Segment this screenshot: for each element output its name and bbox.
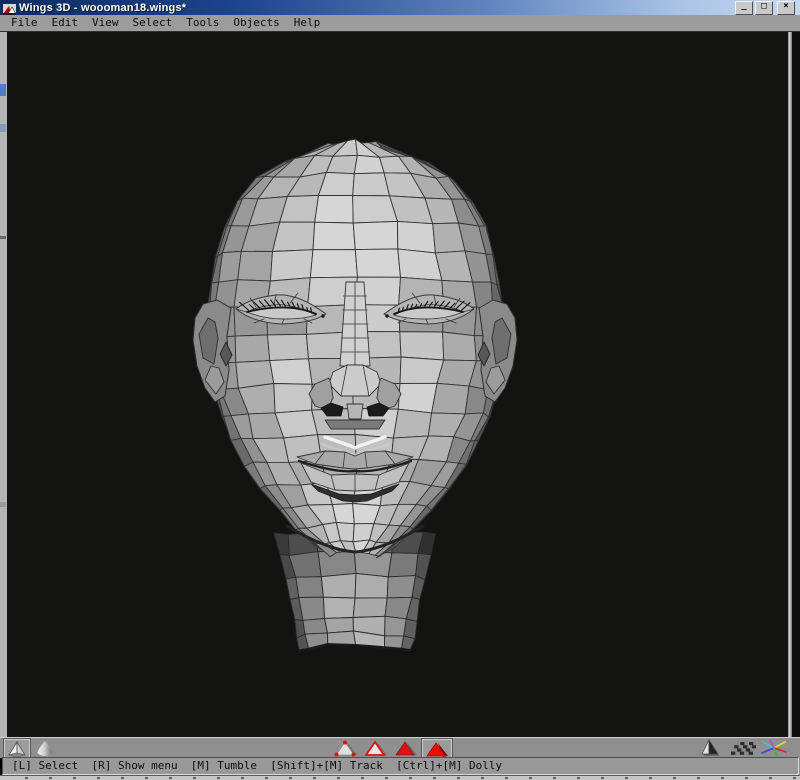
menu-view[interactable]: View [85,15,126,31]
ground-grid-icon [731,742,756,755]
ground-plane-toggle-button[interactable] [727,739,757,757]
edge-mode-icon [364,739,387,756]
body-mode-icon [426,741,448,757]
desktop-edge [792,32,800,737]
menu-edit[interactable]: Edit [45,15,86,31]
flat-cone-icon [8,741,26,757]
menu-select[interactable]: Select [126,15,180,31]
minimize-button[interactable]: _ [735,0,753,15]
axes-toggle-button[interactable] [758,739,790,757]
maximize-button[interactable]: □ [755,0,773,15]
face-mode-button[interactable] [394,739,418,757]
wings3d-logo-icon [3,2,17,15]
menu-help[interactable]: Help [287,15,328,31]
body-mode-button[interactable] [422,739,452,759]
taskbar-sliver [0,775,800,780]
vertex-mode-button[interactable] [334,739,358,757]
flat-preview-button[interactable] [4,739,30,759]
axes-icon [761,739,787,757]
smooth-cone-icon [37,741,53,756]
window-title: Wings 3D - woooman18.wings* [19,1,187,14]
viewport[interactable] [7,32,788,737]
smooth-preview-button[interactable] [33,739,57,757]
menu-bar: File Edit View Select Tools Objects Help [0,15,800,32]
close-button[interactable]: × [777,0,795,15]
title-bar: Wings 3D - woooman18.wings* _ □ × [0,0,800,15]
status-bar: [L] Select [R] Show menu [M] Tumble [Shi… [2,757,799,775]
menu-objects[interactable]: Objects [226,15,286,31]
head-model [7,32,788,737]
edge-mode-button[interactable] [364,739,388,757]
toolbar [0,737,800,759]
pyramid-icon [701,739,720,756]
menu-tools[interactable]: Tools [179,15,226,31]
perspective-toggle-button[interactable] [697,739,723,757]
wings3d-window: { "window": { "title": "Wings 3D - wooom… [0,0,800,780]
window-controls: _ □ × [735,0,795,15]
face-mode-icon [395,740,417,756]
menu-file[interactable]: File [4,15,45,31]
background-window-sliver [0,32,7,737]
vertex-mode-icon [334,740,357,756]
